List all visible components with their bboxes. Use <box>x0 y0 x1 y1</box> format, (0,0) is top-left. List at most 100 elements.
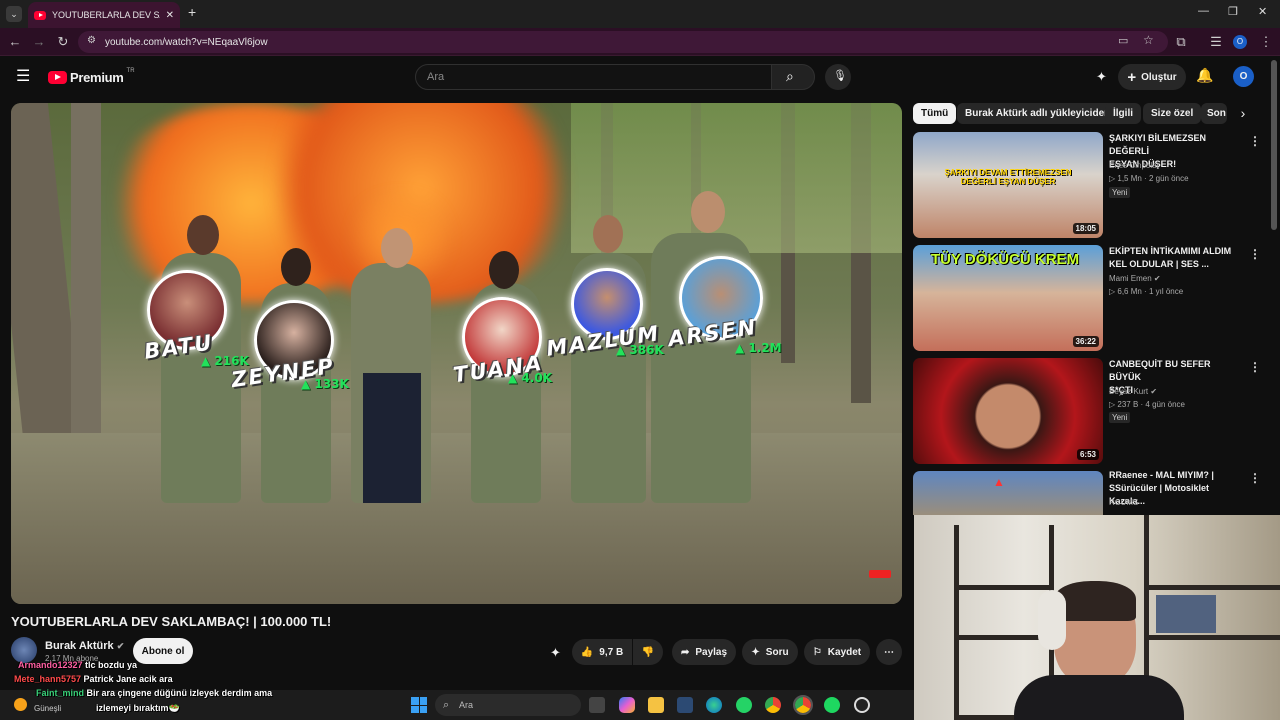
file-explorer-icon[interactable] <box>648 697 664 713</box>
related-menu-icon[interactable]: ⋮ <box>1249 360 1261 374</box>
hamburger-menu-icon[interactable]: ☰ <box>16 66 30 86</box>
minimize-icon[interactable]: — <box>1198 5 1209 17</box>
thumbs-up-icon: 👍 <box>580 646 594 658</box>
count-text: 4.0K <box>521 371 552 385</box>
chip-recent[interactable]: Son <box>1201 103 1227 124</box>
chat-message: Armando12327 tlc bozdu ya <box>18 660 138 670</box>
related-menu-icon[interactable]: ⋮ <box>1249 247 1261 261</box>
chrome-profile-icon[interactable] <box>793 695 813 715</box>
chips-next-icon[interactable]: › <box>1232 103 1254 124</box>
close-window-icon[interactable]: ✕ <box>1258 5 1267 18</box>
tab-close-icon[interactable]: ✕ <box>166 10 174 21</box>
verified-icon: ✔ <box>1150 387 1158 396</box>
person-head <box>187 215 219 255</box>
sparkle-icon: ✦ <box>751 646 760 658</box>
address-bar[interactable]: ⚙ youtube.com/watch?v=NEqaaVl6jow ▭ ☆ <box>78 31 1168 53</box>
forest-ground <box>11 433 902 604</box>
related-thumbnail[interactable]: ▲ <box>913 471 1103 515</box>
obs-icon[interactable] <box>854 697 870 713</box>
channel-name[interactable]: Burak Aktürk ✔ <box>45 640 124 652</box>
ai-feature-icon[interactable]: ✦ <box>550 645 561 661</box>
plus-icon: + <box>1127 68 1137 86</box>
voice-search-button[interactable]: 🎙 <box>825 64 851 90</box>
person-head <box>489 251 519 289</box>
count-text: 386K <box>629 343 664 357</box>
related-channel[interactable]: Mami Emen ✔ <box>1109 273 1161 285</box>
task-view-icon[interactable] <box>589 697 605 713</box>
logo-region: TR <box>126 67 135 74</box>
chrome-icon[interactable] <box>765 697 781 713</box>
like-button[interactable]: 👍 9,7 B <box>572 639 632 665</box>
back-icon[interactable]: ← <box>5 28 25 56</box>
chat-message: izlemeyi bıraktım🥗 <box>96 703 180 713</box>
tab-list-icon[interactable]: ⌄ <box>6 6 22 22</box>
cast-icon[interactable]: ▭ <box>1118 34 1128 47</box>
start-button[interactable] <box>411 697 427 713</box>
calculator-icon[interactable] <box>677 697 693 713</box>
count-text: 1.2M <box>748 341 782 355</box>
chip-for-you[interactable]: Size özel <box>1143 103 1202 124</box>
related-channel[interactable]: Beyaz Kurt ✔ <box>1109 386 1157 398</box>
chip-from-uploader[interactable]: Burak Aktürk adlı yükleyiciden <box>957 103 1119 124</box>
youtube-logo[interactable]: Premium TR <box>48 67 135 85</box>
search-button[interactable]: ⌕ <box>771 64 815 90</box>
youtube-header: ☰ Premium TR Ara ⌕ 🎙 ✦ + Oluştur 🔔 O <box>0 56 1280 98</box>
reload-icon[interactable]: ↻ <box>53 28 73 56</box>
tab-title: YOUTUBERLARLA DEV SAKLAMBAÇ! | 100.000 T… <box>52 10 160 20</box>
mic-icon: 🎙 <box>833 70 847 82</box>
create-label: Oluştur <box>1141 71 1177 83</box>
active-tab[interactable]: YOUTUBERLARLA DEV SAKLAMBAÇ! | 100.000 T… <box>28 2 180 28</box>
search-input[interactable]: Ara <box>415 64 772 90</box>
dislike-button[interactable]: 👎 <box>633 639 663 665</box>
chip-all[interactable]: Tümü <box>913 103 957 124</box>
chat-message: Faint_mind Bir ara çingene düğünü izleye… <box>36 688 273 698</box>
new-tab-icon[interactable]: + <box>188 4 196 20</box>
person-head <box>281 248 311 286</box>
shelf <box>954 585 1054 590</box>
share-icon: ➦ <box>680 646 690 658</box>
create-button[interactable]: + Oluştur <box>1118 64 1186 90</box>
video-title: YOUTUBERLARLA DEV SAKLAMBAÇ! | 100.000 T… <box>11 614 332 629</box>
related-menu-icon[interactable]: ⋮ <box>1249 471 1261 485</box>
related-title[interactable]: EKİPTEN İNTİKAMIMI ALDIM KEL OLDULAR | SE… <box>1109 245 1244 271</box>
bookmark-star-icon[interactable]: ☆ <box>1143 33 1154 47</box>
related-channel[interactable]: Enes Cinpolat <box>1109 160 1159 172</box>
shelf <box>1144 585 1280 590</box>
save-button[interactable]: ⚐ Kaydet <box>804 639 870 665</box>
page-scrollbar[interactable] <box>1271 60 1277 230</box>
overlay-count-tuana: ▲ 4.0K <box>508 371 552 385</box>
notifications-bell-icon[interactable]: 🔔 <box>1196 67 1213 84</box>
taskbar-search[interactable]: ⌕ Ara <box>435 694 581 716</box>
like-count: 9,7 B <box>599 646 624 658</box>
related-thumbnail[interactable]: ŞARKIYI DEVAM ETTİREMEZSEN DEĞERLİ EŞYAN… <box>913 132 1103 238</box>
related-thumbnail[interactable]: TÜY DÖKÜCÜ KREM 36:22 <box>913 245 1103 351</box>
copilot-icon[interactable] <box>619 697 635 713</box>
whatsapp-icon[interactable] <box>736 697 752 713</box>
share-button[interactable]: ➦ Paylaş <box>672 639 736 665</box>
account-avatar[interactable]: O <box>1233 66 1254 87</box>
extensions-icon[interactable]: ⧉ <box>1171 28 1191 56</box>
warning-icon: ▲ <box>993 475 1005 489</box>
site-info-icon[interactable]: ⚙ <box>87 35 96 46</box>
premium-feature-icon[interactable]: ✦ <box>1096 69 1107 85</box>
related-menu-icon[interactable]: ⋮ <box>1249 134 1261 148</box>
chip-related[interactable]: İlgili <box>1105 103 1141 124</box>
forward-icon[interactable]: → <box>29 28 49 56</box>
spotify-icon[interactable] <box>824 697 840 713</box>
edge-icon[interactable] <box>706 697 722 713</box>
weather-icon[interactable] <box>14 698 27 711</box>
restore-icon[interactable]: ❐ <box>1228 5 1238 18</box>
related-meta: ▷ 6,6 Mn · 1 yıl önce <box>1109 287 1184 296</box>
related-thumbnail[interactable]: 6:53 <box>913 358 1103 464</box>
browser-menu-icon[interactable]: ⋮ <box>1256 28 1276 56</box>
subscribe-button[interactable]: Abone ol <box>133 638 193 664</box>
verified-icon: ✔ <box>1153 274 1161 283</box>
profile-avatar[interactable]: O <box>1233 35 1247 49</box>
video-player[interactable]: BATU ▲ 216K ZEYNEP ▲ 133K TUANA ▲ 4.0K M… <box>11 103 902 604</box>
ask-button[interactable]: ✦ Soru <box>742 639 798 665</box>
related-channel[interactable]: RCUMS <box>1109 497 1138 509</box>
url-text: youtube.com/watch?v=NEqaaVl6jow <box>105 36 268 48</box>
more-actions-button[interactable]: ⋯ <box>876 639 902 665</box>
browser-toolbar: ← → ↻ ⚙ youtube.com/watch?v=NEqaaVl6jow … <box>0 28 1280 56</box>
reading-list-icon[interactable]: ☰ <box>1206 28 1226 56</box>
